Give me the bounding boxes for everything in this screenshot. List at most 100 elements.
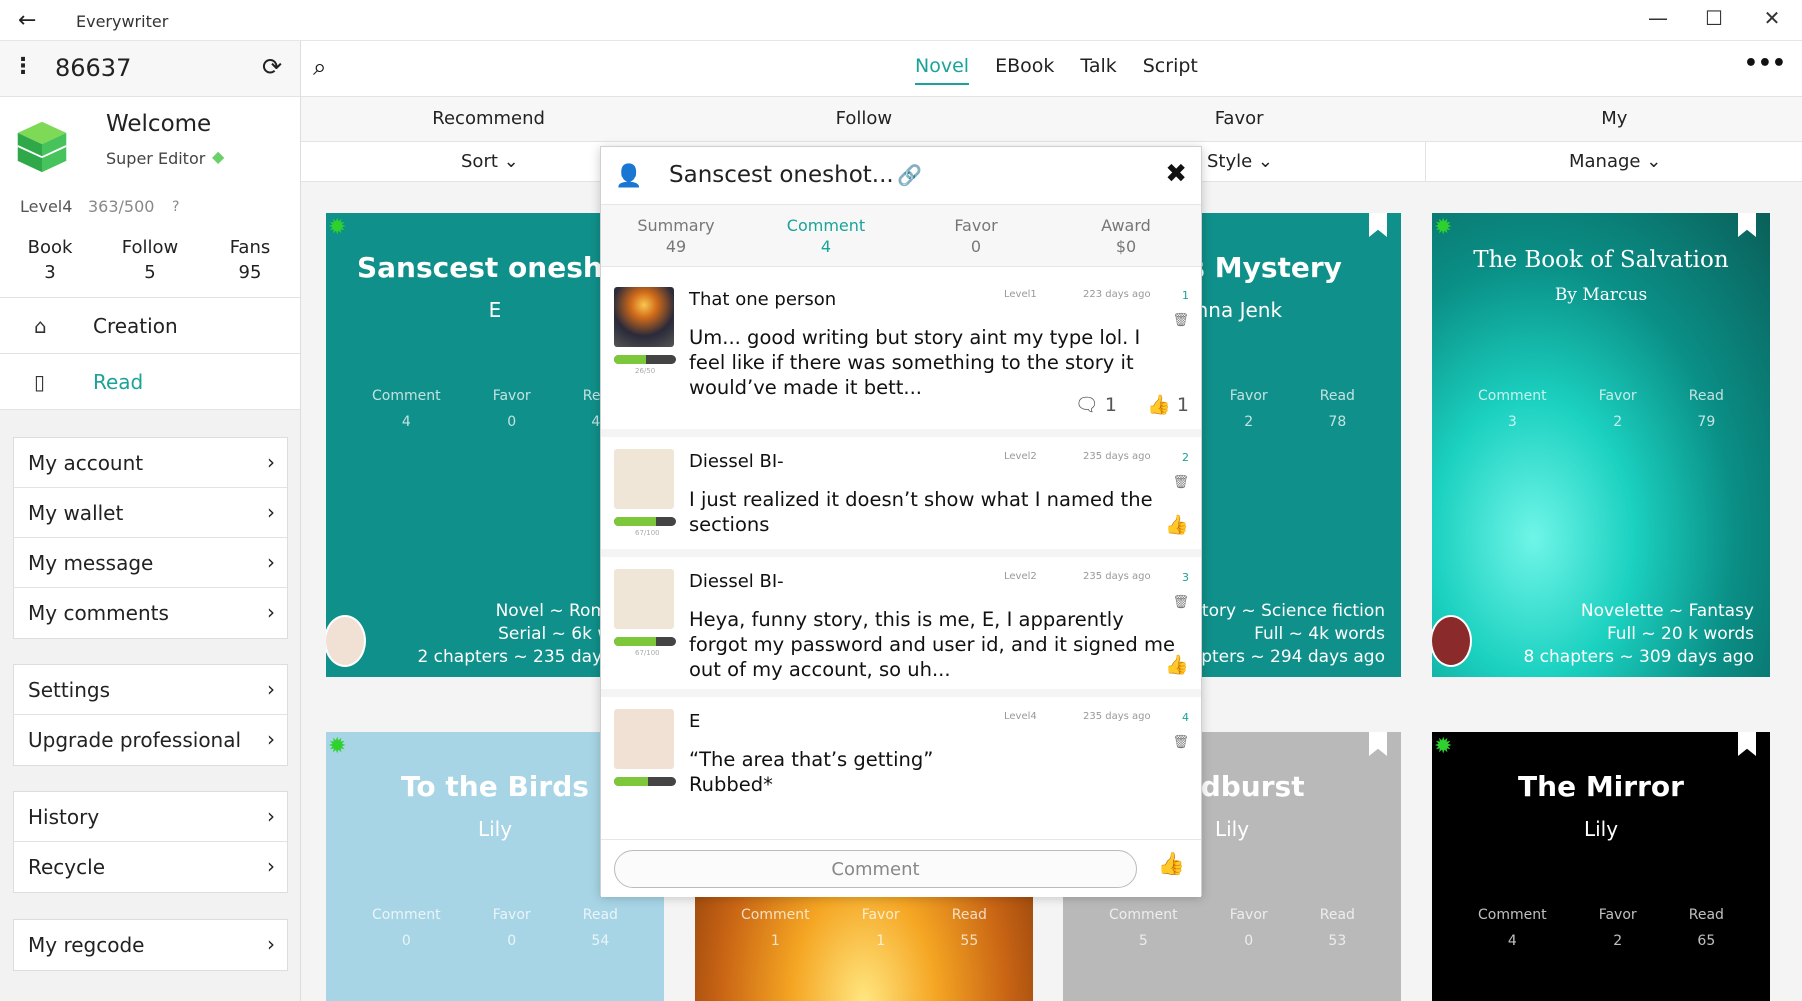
minimize-button[interactable]: —: [1638, 6, 1678, 30]
menu-item-upgrade-professional[interactable]: Upgrade professional ›: [14, 715, 287, 765]
comment-item: 67/100 Diessel BI- Level2 235 days ago 2…: [601, 437, 1201, 549]
stat-label: Follow: [121, 237, 179, 258]
comment-number: 4: [1182, 711, 1189, 724]
sort-dropdown[interactable]: Sort ⌄: [461, 151, 519, 172]
comment-item: 67/100 Diessel BI- Level2 235 days ago 3…: [601, 557, 1201, 689]
reply-count[interactable]: 🗨 1: [1075, 393, 1117, 416]
tab-novel[interactable]: Novel: [915, 55, 970, 85]
tab-ebook[interactable]: EBook: [995, 55, 1054, 85]
menu-label: My comments: [28, 601, 169, 625]
author-avatar[interactable]: [326, 615, 366, 667]
gear-icon[interactable]: ✹: [328, 734, 346, 759]
stat-book[interactable]: Book 3: [10, 237, 90, 283]
level-help-icon[interactable]: ?: [172, 199, 179, 215]
subnav-my[interactable]: My: [1427, 97, 1802, 141]
subnav-follow[interactable]: Follow: [676, 97, 1051, 141]
menu-item-my-regcode[interactable]: My regcode ›: [14, 920, 287, 970]
thumbs-up-icon[interactable]: 👍: [1158, 852, 1185, 877]
stat-comment: Comment 5: [1109, 907, 1178, 949]
stat-comment: Comment 4: [1478, 907, 1547, 949]
link-icon[interactable]: 🔗: [897, 163, 922, 187]
menu-group-history: History › Recycle ›: [13, 791, 288, 893]
comment-date: 223 days ago: [1083, 289, 1151, 300]
commenter-avatar[interactable]: [614, 569, 674, 629]
close-window-button[interactable]: ✕: [1752, 6, 1792, 30]
comment-number: 2: [1182, 451, 1189, 464]
book-card[interactable]: ✹ The Book of Salvation By Marcus Commen…: [1432, 213, 1770, 677]
chevron-right-icon: ›: [267, 677, 275, 701]
level-progress-bar: [614, 637, 676, 646]
menu-item-recycle[interactable]: Recycle ›: [14, 842, 287, 892]
stat-follow[interactable]: Follow 5: [110, 237, 190, 283]
menu-group-regcode: My regcode ›: [13, 919, 288, 971]
subnav-favor[interactable]: Favor: [1052, 97, 1427, 141]
tab-favor[interactable]: Favor 0: [901, 205, 1051, 266]
comment-compose-bar: Comment 👍: [601, 839, 1201, 897]
menu-item-settings[interactable]: Settings ›: [14, 665, 287, 715]
comment-number: 1: [1182, 289, 1189, 302]
stat-comment: Comment 0: [372, 907, 441, 949]
gear-icon[interactable]: ✹: [1434, 215, 1452, 240]
menu-item-history[interactable]: History ›: [14, 792, 287, 842]
back-arrow-icon[interactable]: ←: [18, 8, 36, 33]
user-icon[interactable]: 👤: [615, 164, 642, 189]
card-updated: 8 chapters ~ 309 days ago: [1523, 647, 1754, 667]
style-dropdown[interactable]: Style ⌄: [1207, 151, 1273, 172]
commenter-name[interactable]: E: [689, 711, 700, 732]
tab-comment[interactable]: Comment 4: [751, 205, 901, 266]
menu-item-my-message[interactable]: My message ›: [14, 538, 287, 588]
menu-label: My account: [28, 451, 144, 475]
more-options-icon[interactable]: •••: [1744, 51, 1786, 76]
popup-title: Sanscest oneshot...: [669, 162, 894, 188]
tab-talk[interactable]: Talk: [1080, 55, 1116, 85]
chevron-right-icon: ›: [267, 550, 275, 574]
refresh-icon[interactable]: ⟳: [262, 53, 282, 81]
comment-number: 3: [1182, 571, 1189, 584]
close-icon[interactable]: ✖: [1165, 159, 1187, 189]
subnav-recommend[interactable]: Recommend: [301, 97, 676, 141]
commenter-name[interactable]: Diessel BI-: [689, 571, 784, 592]
commenter-avatar[interactable]: [614, 449, 674, 509]
menu-item-my-wallet[interactable]: My wallet ›: [14, 488, 287, 538]
comment-text: “The area that’s getting” Rubbed*: [689, 748, 934, 796]
menu-label: Recycle: [28, 855, 105, 879]
gear-icon[interactable]: ✹: [328, 215, 346, 240]
comment-input[interactable]: Comment: [614, 850, 1137, 888]
manage-dropdown[interactable]: Manage ⌄: [1569, 151, 1661, 172]
trash-icon[interactable]: 🗑: [1172, 735, 1189, 750]
book-card[interactable]: ✹ The Mirror Lily Comment 4 Favor 2 Read 65: [1432, 732, 1770, 1001]
menu-label: My wallet: [28, 501, 124, 525]
sidebar-item-read[interactable]: ▯ Read: [0, 354, 300, 410]
sidebar-item-creation[interactable]: ⌂ Creation: [0, 298, 300, 354]
commenter-avatar[interactable]: [614, 287, 674, 347]
profile-panel: Welcome Super Editor ◆ Level4 363/500 ? …: [0, 97, 300, 297]
comment-date: 235 days ago: [1083, 711, 1151, 722]
maximize-button[interactable]: ☐: [1694, 6, 1734, 30]
commenter-avatar[interactable]: [614, 709, 674, 769]
menu-label: My message: [28, 551, 154, 575]
tab-count: 4: [820, 237, 832, 256]
author-avatar[interactable]: [1432, 615, 1472, 667]
green-cube-logo-icon[interactable]: [14, 117, 70, 175]
tab-script[interactable]: Script: [1143, 55, 1198, 85]
thumbs-up-icon[interactable]: 👍: [1165, 653, 1189, 676]
comment-date: 235 days ago: [1083, 571, 1151, 582]
like-count[interactable]: 👍 1: [1147, 393, 1189, 416]
thumbs-up-icon[interactable]: 👍: [1165, 513, 1189, 536]
commenter-name[interactable]: That one person: [689, 289, 836, 310]
search-icon[interactable]: ⌕: [313, 53, 326, 81]
level-progress: 363/500: [88, 197, 155, 216]
menu-item-my-account[interactable]: My account ›: [14, 438, 287, 488]
chevron-right-icon: ›: [267, 500, 275, 524]
menu-item-my-comments[interactable]: My comments ›: [14, 588, 287, 638]
gear-icon[interactable]: ✹: [1434, 734, 1452, 759]
commenter-name[interactable]: Diessel BI-: [689, 451, 784, 472]
tab-award[interactable]: Award $0: [1051, 205, 1201, 266]
menu-group-settings: Settings › Upgrade professional ›: [13, 664, 288, 766]
level-progress-label: 26/50: [635, 367, 656, 375]
diamond-icon: ◆: [212, 147, 225, 166]
tab-summary[interactable]: Summary 49: [601, 205, 751, 266]
vertical-dots-menu-icon[interactable]: ⋮: [12, 54, 34, 79]
stat-fans[interactable]: Fans 95: [210, 237, 290, 283]
popup-tabs: Summary 49 Comment 4 Favor 0 Award $0: [601, 205, 1201, 267]
